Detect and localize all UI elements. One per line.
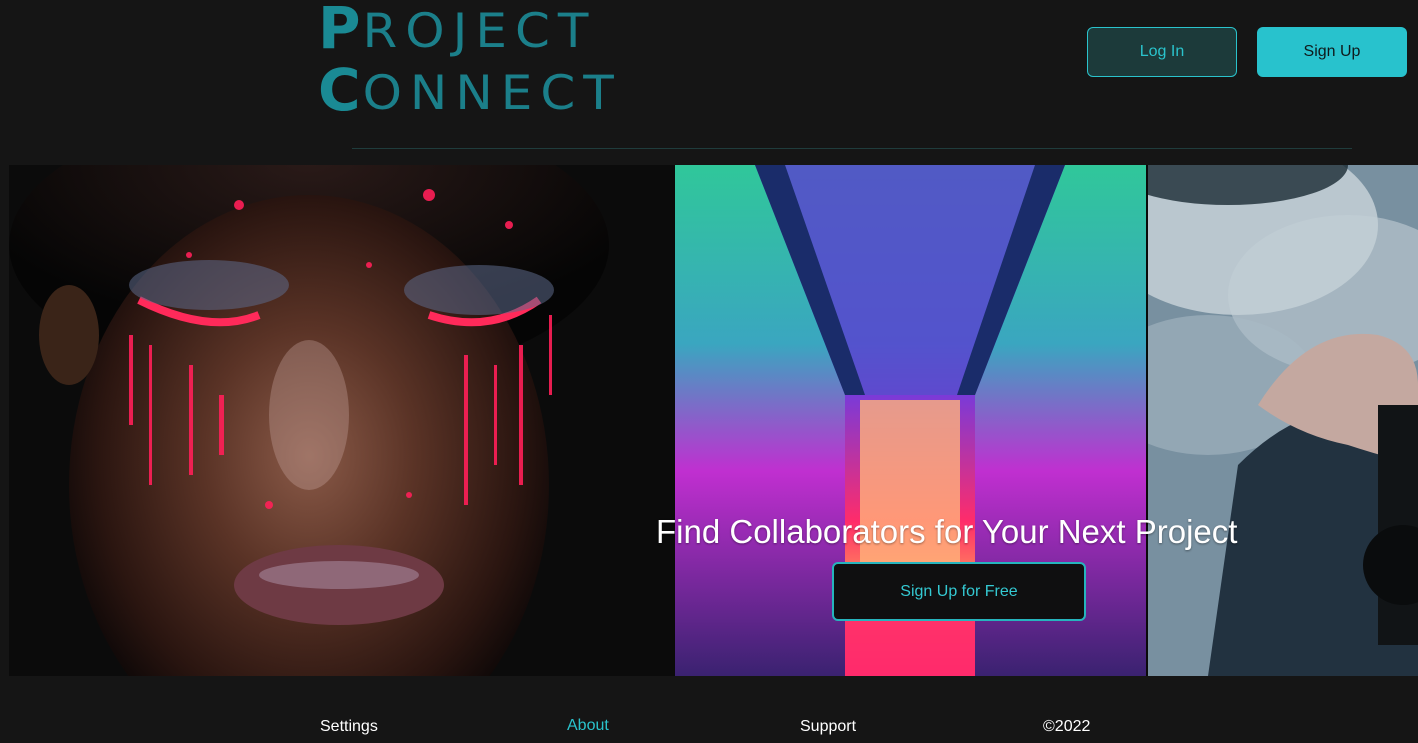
face-paint-illustration (9, 165, 674, 676)
logo-word: ROJECT (362, 3, 597, 59)
logo-line-2: C ONNECT (318, 56, 622, 124)
header-divider (352, 148, 1352, 149)
logo-word: ONNECT (362, 65, 622, 121)
hero-banner: Find Collaborators for Your Next Project… (9, 165, 1418, 676)
login-button[interactable]: Log In (1087, 27, 1237, 77)
footer-settings-link[interactable]: Settings (320, 718, 378, 736)
face-paint-photo (9, 165, 674, 676)
signup-button[interactable]: Sign Up (1257, 27, 1407, 77)
page: P ROJECT C ONNECT Log In Sign Up Find Co… (0, 0, 1418, 743)
site-footer: Settings About Support ©2022 (0, 676, 1418, 743)
logo-letter: C (318, 56, 361, 124)
hero-title: Find Collaborators for Your Next Project (656, 513, 1238, 550)
project-connect-logo[interactable]: P ROJECT C ONNECT (318, 0, 614, 120)
logo-line-1: P ROJECT (318, 0, 597, 62)
logo-letter: P (318, 0, 361, 62)
signup-free-button[interactable]: Sign Up for Free (832, 562, 1086, 621)
footer-copyright: ©2022 (1043, 718, 1091, 735)
footer-about-link[interactable]: About (567, 717, 609, 735)
footer-support-link[interactable]: Support (800, 718, 856, 736)
